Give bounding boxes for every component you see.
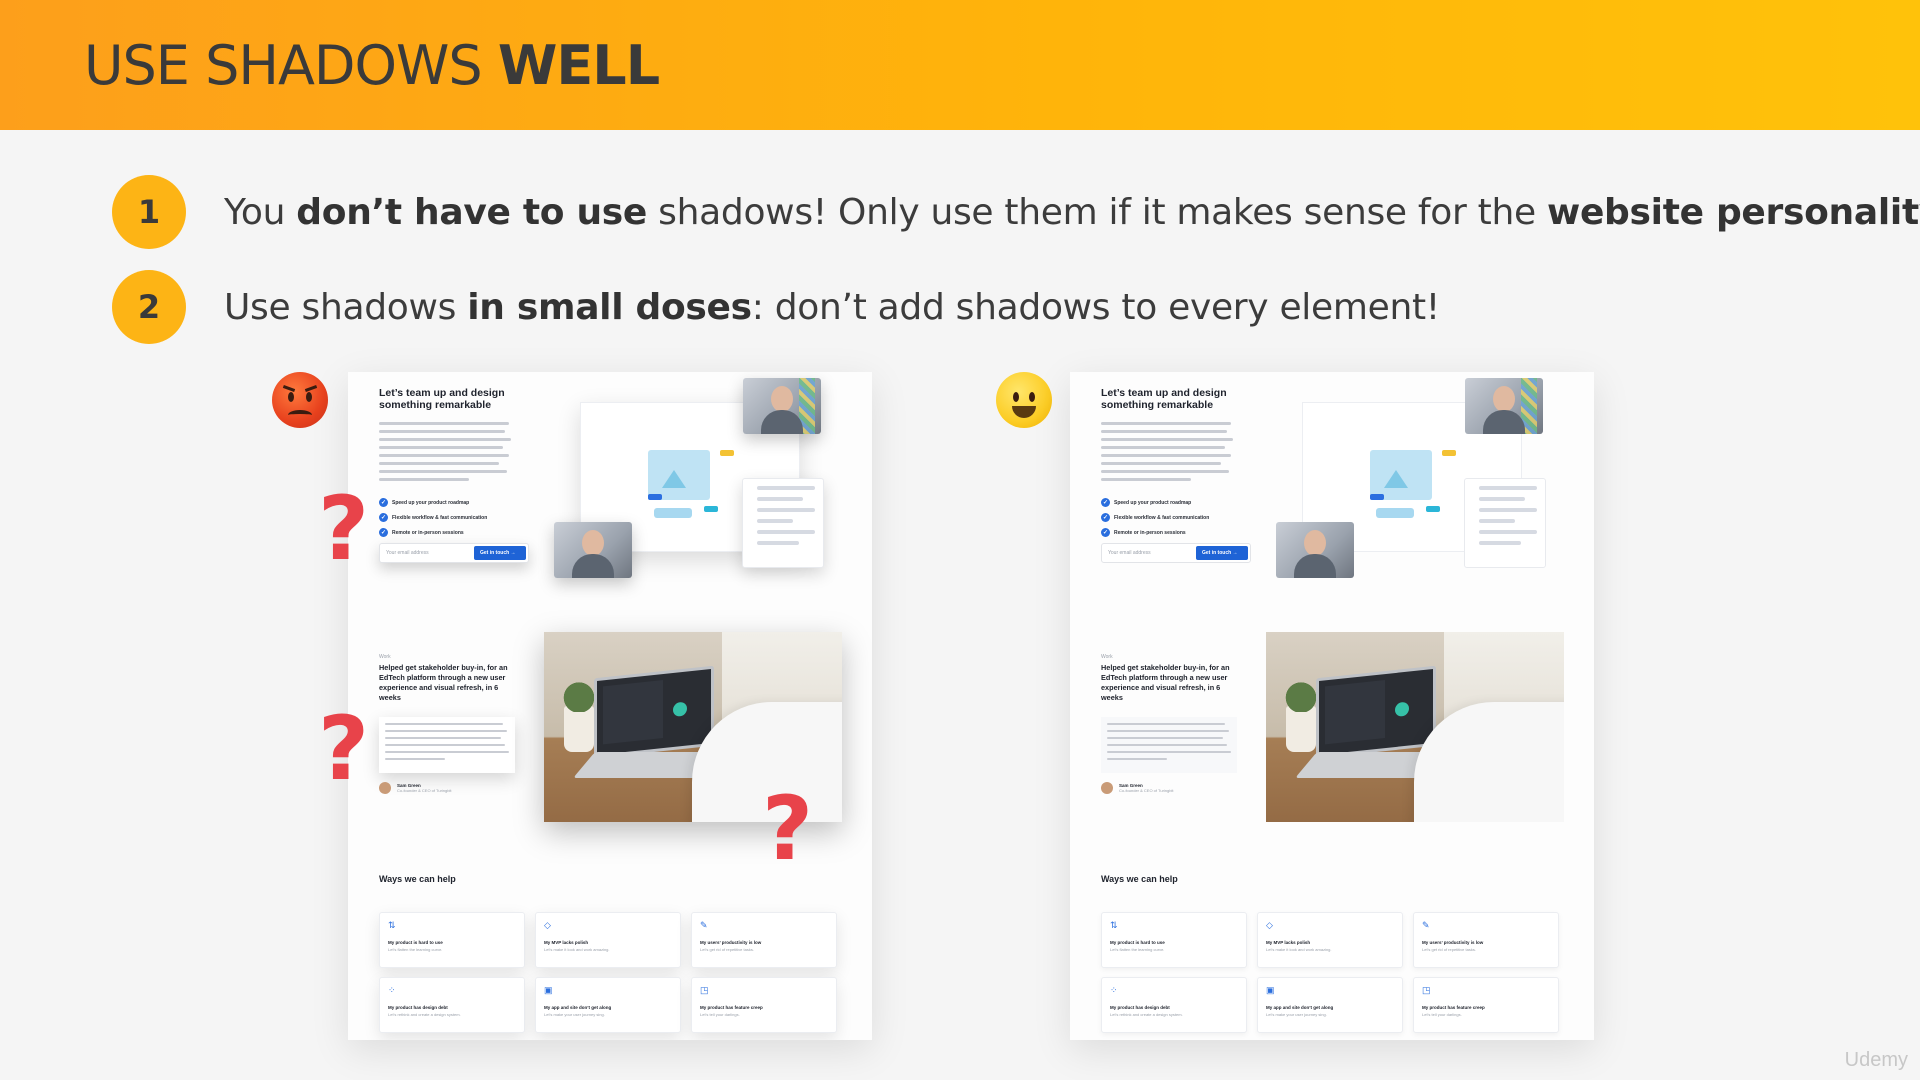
team-member-photo	[554, 522, 632, 578]
service-card[interactable]: ⁘ My product has design debt Let’s rethink…	[379, 977, 525, 1033]
arrows-icon: ⇅	[1110, 920, 1118, 930]
cursor-tag	[704, 506, 718, 512]
testimonial-quote	[1101, 717, 1237, 773]
slide-header: USE SHADOWS WELL	[0, 0, 1920, 130]
service-card-grid: ⇅ My product is hard to use Let’s flatten …	[379, 912, 843, 1033]
service-card[interactable]: ▣ My app and site don’t get along Let’s ma…	[1257, 977, 1403, 1033]
service-card[interactable]: ▣ My app and site don’t get along Let’s ma…	[535, 977, 681, 1033]
check-icon: ✓	[379, 528, 388, 537]
cursor-tag	[1426, 506, 1440, 512]
service-card[interactable]: ◇ My MVP lacks polish Let’s make it look a…	[535, 912, 681, 968]
check-item: ✓ Flexible workflow & fast communication	[379, 513, 488, 522]
service-card[interactable]: ✎ My users’ productivity is low Let’s get …	[691, 912, 837, 968]
check-item: ✓ Flexible workflow & fast communication	[1101, 513, 1210, 522]
slide-title: USE SHADOWS WELL	[84, 34, 660, 97]
point-text: You don’t have to use shadows! Only use …	[224, 191, 1920, 233]
team-member-photo	[743, 378, 821, 434]
service-card[interactable]: ⇅ My product is hard to use Let’s flatten …	[1101, 912, 1247, 968]
question-mark-icon: ?	[318, 477, 370, 580]
service-card[interactable]: ⇅ My product is hard to use Let’s flatten …	[379, 912, 525, 968]
diamond-icon: ◇	[1266, 920, 1273, 930]
avatar	[379, 782, 391, 794]
team-member-photo	[1465, 378, 1543, 434]
cursor-tag	[648, 494, 662, 500]
mockup-subtle-shadows: Let’s team up and design something remar…	[1070, 372, 1594, 1040]
check-item: ✓ Remote or in-person sessions	[379, 528, 464, 537]
service-card-grid: ⇅ My product is hard to use Let’s flatten …	[1101, 912, 1565, 1033]
check-icon: ✓	[1101, 498, 1110, 507]
rocket-icon: ✎	[1422, 920, 1430, 930]
check-icon: ✓	[379, 498, 388, 507]
smiling-face-icon	[996, 372, 1052, 428]
cursor-tag	[1370, 494, 1384, 500]
canvas-bar	[1376, 508, 1414, 518]
email-field[interactable]: Your email address Get in touch →	[379, 543, 529, 563]
service-card[interactable]: ◳ My product has feature creep Let’s tell …	[1413, 977, 1559, 1033]
check-item: ✓ Speed up your product roadmap	[379, 498, 470, 507]
ways-title: Ways we can help	[1101, 874, 1178, 884]
service-card[interactable]: ✎ My users’ productivity is low Let’s get …	[1413, 912, 1559, 968]
case-study: Work Helped get stakeholder buy-in, for …	[379, 654, 508, 702]
service-card[interactable]: ⁘ My product has design debt Let’s rethink…	[1101, 977, 1247, 1033]
point-1: 1 You don’t have to use shadows! Only us…	[112, 175, 1920, 249]
comment-panel	[742, 478, 824, 568]
hero-paragraph	[379, 422, 513, 486]
cursor-tag	[720, 450, 734, 456]
canvas-bar	[654, 508, 692, 518]
mockup-too-many-shadows: Let’s team up and design something remar…	[348, 372, 872, 1040]
testimonial-quote	[379, 717, 515, 773]
email-field[interactable]: Your email address Get in touch →	[1101, 543, 1251, 563]
nodes-icon: ⁘	[388, 985, 396, 995]
arrows-icon: ⇅	[388, 920, 396, 930]
image-placeholder-icon	[648, 450, 710, 500]
case-study: Work Helped get stakeholder buy-in, for …	[1101, 654, 1230, 702]
point-number-badge: 1	[112, 175, 186, 249]
nodes-icon: ⁘	[1110, 985, 1118, 995]
get-in-touch-button[interactable]: Get in touch →	[1196, 546, 1248, 560]
testimonial-author: Sam Green Co-founder & CEO of Turingbit	[379, 782, 451, 794]
service-card[interactable]: ◇ My MVP lacks polish Let’s make it look a…	[1257, 912, 1403, 968]
image-placeholder-icon	[1370, 450, 1432, 500]
rocket-icon: ✎	[700, 920, 708, 930]
browser-icon: ▣	[544, 985, 553, 995]
comment-panel	[1464, 478, 1546, 568]
check-icon: ✓	[1101, 513, 1110, 522]
cursor-tag	[1442, 450, 1456, 456]
laptop-photo	[1266, 632, 1564, 822]
udemy-logo: Udemy	[1844, 1049, 1908, 1071]
ways-title: Ways we can help	[379, 874, 456, 884]
hero-title: Let’s team up and design something remar…	[379, 387, 505, 411]
point-number-badge: 2	[112, 270, 186, 344]
check-icon: ✓	[379, 513, 388, 522]
point-2: 2 Use shadows in small doses: don’t add …	[112, 270, 1440, 344]
point-text: Use shadows in small doses: don’t add sh…	[224, 286, 1440, 328]
shapes-icon: ◳	[1422, 985, 1431, 995]
avatar	[1101, 782, 1113, 794]
check-item: ✓ Remote or in-person sessions	[1101, 528, 1186, 537]
hero-paragraph	[1101, 422, 1235, 486]
testimonial-author: Sam Green Co-founder & CEO of Turingbit	[1101, 782, 1173, 794]
hero-title: Let’s team up and design something remar…	[1101, 387, 1227, 411]
question-mark-icon: ?	[318, 697, 370, 800]
angry-face-icon	[272, 372, 328, 428]
service-card[interactable]: ◳ My product has feature creep Let’s tell …	[691, 977, 837, 1033]
check-icon: ✓	[1101, 528, 1110, 537]
check-item: ✓ Speed up your product roadmap	[1101, 498, 1192, 507]
team-member-photo	[1276, 522, 1354, 578]
shapes-icon: ◳	[700, 985, 709, 995]
diamond-icon: ◇	[544, 920, 551, 930]
get-in-touch-button[interactable]: Get in touch →	[474, 546, 526, 560]
browser-icon: ▣	[1266, 985, 1275, 995]
question-mark-icon: ?	[762, 777, 814, 880]
